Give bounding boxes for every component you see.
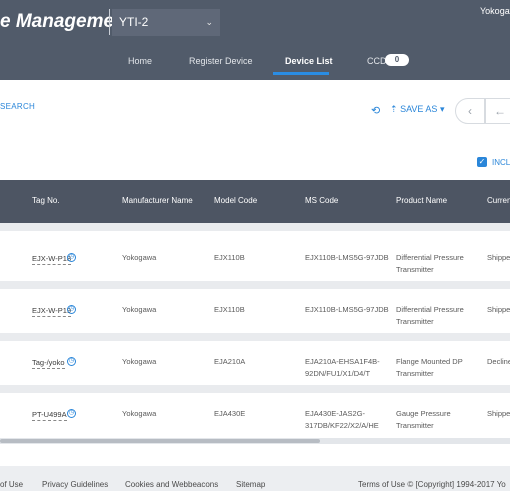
horizontal-scrollbar-thumb[interactable] — [0, 439, 320, 443]
user-name[interactable]: Yokogaw — [480, 6, 510, 16]
ms-code-cell: EJX110B-LMS5G-97JDB — [305, 253, 389, 262]
product-name-cell: Differential Pressure — [396, 253, 464, 262]
tag-link[interactable]: Tag-/yoko — [32, 357, 65, 369]
product-name-cell: Differential Pressure — [396, 305, 464, 314]
row-gap — [0, 223, 510, 231]
tenant-select[interactable]: YTI-2 ⌄ — [112, 9, 220, 36]
include-checkbox-label: INCLU — [492, 158, 510, 167]
first-page-button[interactable]: ← — [485, 98, 510, 124]
status-cell: Decline — [487, 357, 510, 366]
column-header-product-name[interactable]: Product Name — [396, 196, 447, 205]
product-name-cell-line2: Transmitter — [396, 265, 434, 274]
chevron-down-icon: ⌄ — [205, 17, 213, 27]
nav-device-list[interactable]: Device List — [285, 56, 333, 66]
nav-ccd[interactable]: CCD — [367, 56, 387, 66]
ms-code-cell-line2: 317DB/KF22/X2/A/HE — [305, 421, 379, 430]
nav-home[interactable]: Home — [128, 56, 152, 66]
model-code-cell: EJX110B — [214, 305, 245, 314]
ms-code-cell: EJX110B-LMS5G-97JDB — [305, 305, 389, 314]
row-gap — [0, 333, 510, 341]
footer-link-cookies[interactable]: Cookies and Webbeacons — [125, 480, 218, 489]
status-cell: Shippe — [487, 253, 510, 262]
manufacturer-cell: Yokogawa — [122, 357, 157, 366]
column-header-current-status[interactable]: Curren — [487, 196, 510, 205]
history-icon[interactable]: ⟲ — [371, 104, 380, 117]
active-tab-indicator — [273, 72, 329, 75]
manufacturer-cell: Yokogawa — [122, 253, 157, 262]
prev-page-button[interactable]: ‹ — [455, 98, 485, 124]
manufacturer-cell: Yokogawa — [122, 409, 157, 418]
header-divider — [109, 9, 110, 35]
clock-icon[interactable]: ◷ — [67, 305, 76, 314]
model-code-cell: EJX110B — [214, 253, 245, 262]
status-cell: Shippe — [487, 409, 510, 418]
status-cell: Shippe — [487, 305, 510, 314]
chevron-left-icon: ‹ — [468, 104, 472, 118]
nav-register-device[interactable]: Register Device — [189, 56, 253, 66]
row-gap — [0, 281, 510, 289]
upload-icon: ⇡ — [390, 104, 398, 114]
product-name-cell-line2: Transmitter — [396, 421, 434, 430]
tag-link[interactable]: EJX-W-P19 — [32, 305, 72, 317]
product-name-cell: Flange Mounted DP — [396, 357, 463, 366]
manufacturer-cell: Yokogawa — [122, 305, 157, 314]
ms-code-cell: EJA430E-JAS2G- — [305, 409, 366, 418]
footer-link-terms[interactable]: of Use — [0, 480, 23, 489]
column-header-model-code[interactable]: Model Code — [214, 196, 257, 205]
arrow-left-icon: ← — [494, 104, 506, 118]
tag-link[interactable]: PT-U499A — [32, 409, 67, 421]
tenant-select-value: YTI-2 — [119, 15, 149, 29]
save-as-label: SAVE AS — [400, 104, 438, 114]
ms-code-cell: EJA210A-EHSA1F4B- — [305, 357, 380, 366]
product-name-cell: Gauge Pressure — [396, 409, 451, 418]
clock-icon[interactable]: ◷ — [67, 357, 76, 366]
ms-code-cell-line2: 92DN/FU1/X1/D4/T — [305, 369, 371, 378]
tag-link[interactable]: EJX-W-P18 — [32, 253, 72, 265]
model-code-cell: EJA210A — [214, 357, 246, 366]
product-name-cell-line2: Transmitter — [396, 317, 434, 326]
include-checkbox[interactable]: ✓ — [477, 157, 487, 167]
column-header-tag[interactable]: Tag No. — [32, 196, 60, 205]
row-gap — [0, 385, 510, 393]
caret-down-icon: ▾ — [439, 104, 445, 114]
footer-copyright: Terms of Use © [Copyright] 1994-2017 Yo — [358, 480, 506, 489]
ccd-count-badge: 0 — [385, 54, 409, 66]
clock-icon[interactable]: ◷ — [67, 409, 76, 418]
footer-link-privacy[interactable]: Privacy Guidelines — [42, 480, 108, 489]
column-header-manufacturer[interactable]: Manufacturer Name — [122, 196, 193, 205]
clock-icon[interactable]: ◷ — [67, 253, 76, 262]
save-as-button[interactable]: ⇡ SAVE AS ▾ — [390, 104, 444, 115]
column-header-ms-code[interactable]: MS Code — [305, 196, 338, 205]
product-name-cell-line2: Transmitter — [396, 369, 434, 378]
model-code-cell: EJA430E — [214, 409, 246, 418]
search-link[interactable]: SEARCH — [0, 102, 35, 111]
footer-link-sitemap[interactable]: Sitemap — [236, 480, 265, 489]
